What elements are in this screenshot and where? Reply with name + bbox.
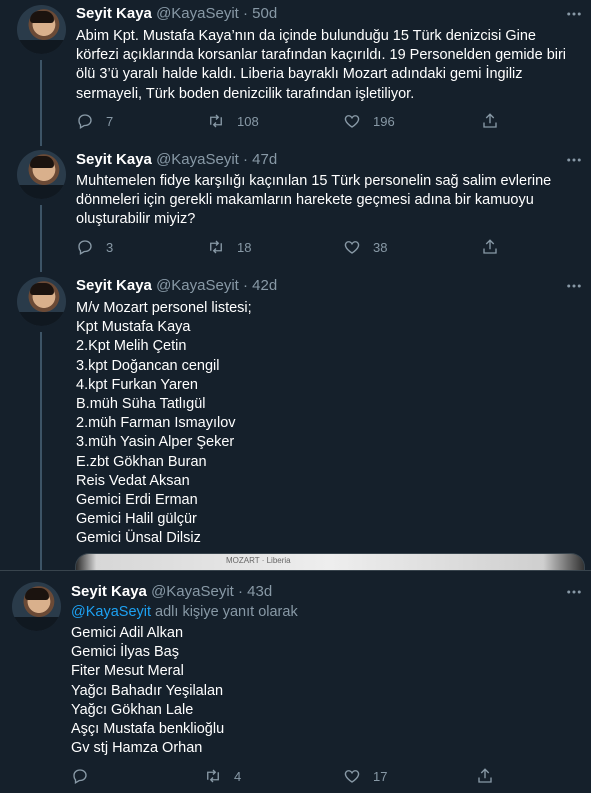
author-name[interactable]: Seyit Kaya <box>76 151 152 168</box>
separator: · <box>243 5 248 22</box>
avatar[interactable] <box>17 5 66 54</box>
tweet-actions: 7 108 196 <box>76 112 576 132</box>
tweet-4[interactable]: Seyit Kaya @KayaSeyit · 43d @KayaSeyit a… <box>0 571 591 793</box>
list-item: 3.kpt Doğancan cengil <box>76 357 220 374</box>
tweet-actions: 4 17 <box>71 767 571 787</box>
reply-button[interactable] <box>71 767 101 785</box>
share-icon <box>478 768 492 783</box>
tweet-time[interactable]: 42d <box>252 277 277 294</box>
separator: · <box>243 277 248 294</box>
retweet-icon <box>210 114 222 128</box>
like-icon <box>344 770 360 783</box>
thread-connector <box>40 60 42 146</box>
reply-icon <box>78 114 92 129</box>
tweet-text: Abim Kpt. Mustafa Kaya’nın da içinde bul… <box>76 28 567 102</box>
media-text: MOZART · Liberia <box>226 556 291 565</box>
list-item: 2.müh Farman Ismayılov <box>76 415 236 432</box>
list-item: Fiter Mesut Meral <box>71 663 184 680</box>
author-handle[interactable]: @KayaSeyit <box>156 151 239 168</box>
tweet-1[interactable]: Seyit Kaya @KayaSeyit · 50d Abim Kpt. Mu… <box>0 0 591 146</box>
like-count: 196 <box>373 113 395 129</box>
reply-mention-link[interactable]: @KayaSeyit <box>71 604 151 620</box>
reply-context-text: adlı kişiye yanıt olarak <box>151 604 298 620</box>
tweet-time[interactable]: 47d <box>252 151 277 168</box>
tweet-header: Seyit Kaya @KayaSeyit · 50d <box>76 4 277 24</box>
list-item: 4.kpt Furkan Yaren <box>76 376 198 393</box>
retweet-button[interactable]: 108 <box>207 112 259 130</box>
list-item: Reis Vedat Aksan <box>76 472 190 489</box>
list-item: Gemici İlyas Baş <box>71 644 179 661</box>
separator: · <box>238 583 243 600</box>
more-icon[interactable] <box>565 583 585 603</box>
author-handle[interactable]: @KayaSeyit <box>151 583 234 600</box>
share-icon <box>483 239 497 254</box>
list-item: Aşçı Mustafa benklioğlu <box>71 721 225 738</box>
retweet-count: 108 <box>237 113 259 129</box>
retweet-button[interactable]: 18 <box>207 238 251 256</box>
reply-button[interactable]: 3 <box>76 238 113 256</box>
like-count: 17 <box>373 768 388 784</box>
retweet-count: 18 <box>237 239 252 255</box>
tweet-time[interactable]: 43d <box>247 583 272 600</box>
retweet-button[interactable]: 4 <box>204 767 241 785</box>
thread-connector <box>40 205 42 272</box>
author-name[interactable]: Seyit Kaya <box>71 583 147 600</box>
list-item: Yağcı Bahadır Yeşilalan <box>71 682 224 699</box>
list-item: Gemici Erdi Erman <box>76 492 198 509</box>
avatar[interactable] <box>17 150 66 199</box>
tweet-text: M/v Mozart personel listesi; Kpt Mustafa… <box>76 299 556 549</box>
retweet-count: 4 <box>234 768 242 784</box>
tweet-2[interactable]: Seyit Kaya @KayaSeyit · 47d Muhtemelen f… <box>0 146 591 272</box>
reply-context: @KayaSeyit adlı kişiye yanıt olarak <box>71 603 571 622</box>
list-item: Kpt Mustafa Kaya <box>76 319 191 336</box>
retweet-icon <box>210 240 222 254</box>
share-button[interactable] <box>476 767 506 785</box>
author-handle[interactable]: @KayaSeyit <box>156 5 239 22</box>
like-button[interactable]: 196 <box>343 112 395 130</box>
separator: · <box>243 151 248 168</box>
reply-icon <box>78 240 92 255</box>
like-count: 38 <box>373 239 388 255</box>
author-name[interactable]: Seyit Kaya <box>76 5 152 22</box>
more-icon[interactable] <box>565 277 585 297</box>
tweet-header: Seyit Kaya @KayaSeyit · 47d <box>76 150 277 170</box>
avatar[interactable] <box>17 277 66 326</box>
author-handle[interactable]: @KayaSeyit <box>156 277 239 294</box>
tweet-header: Seyit Kaya @KayaSeyit · 42d <box>76 276 277 296</box>
like-button[interactable]: 17 <box>343 767 387 785</box>
author-name[interactable]: Seyit Kaya <box>76 277 152 294</box>
share-button[interactable] <box>481 238 511 256</box>
thread-connector <box>40 332 42 570</box>
tweet-actions: 3 18 38 <box>76 238 576 258</box>
list-item: M/v Mozart personel listesi; <box>76 300 252 316</box>
avatar[interactable] <box>12 582 61 631</box>
tweet-text: Gemici Adil Alkan Gemici İlyas Baş Fiter… <box>71 624 551 758</box>
tweet-text: Muhtemelen fidye karşılığı kaçınılan 15 … <box>76 173 552 228</box>
like-button[interactable]: 38 <box>343 238 387 256</box>
reply-icon <box>73 769 87 784</box>
tweet-header: Seyit Kaya @KayaSeyit · 43d <box>71 582 272 602</box>
reply-count: 3 <box>106 239 114 255</box>
share-button[interactable] <box>481 112 511 130</box>
retweet-icon <box>207 769 219 783</box>
more-icon[interactable] <box>565 151 585 171</box>
tweet-time[interactable]: 50d <box>252 5 277 22</box>
list-item: Gemici Halil gülçür <box>76 511 197 528</box>
list-item: Gemici Ünsal Dilsiz <box>76 530 201 547</box>
tweet-media-image[interactable]: MOZART · Liberia <box>75 553 585 570</box>
list-item: Gv stj Hamza Orhan <box>71 740 203 757</box>
list-item: E.zbt Gökhan Buran <box>76 453 207 470</box>
list-item: 2.Kpt Melih Çetin <box>76 338 187 355</box>
more-icon[interactable] <box>565 5 585 25</box>
reply-button[interactable]: 7 <box>76 112 113 130</box>
share-icon <box>483 113 497 128</box>
like-icon <box>344 241 360 254</box>
like-icon <box>344 115 360 128</box>
list-item: B.müh Süha Tatlıgül <box>76 396 206 413</box>
list-item: Gemici Adil Alkan <box>71 625 184 641</box>
tweet-3[interactable]: Seyit Kaya @KayaSeyit · 42d M/v Mozart p… <box>0 272 591 570</box>
list-item: Yağcı Gökhan Lale <box>71 701 194 718</box>
reply-count: 7 <box>106 113 114 129</box>
list-item: 3.müh Yasin Alper Şeker <box>76 434 235 451</box>
